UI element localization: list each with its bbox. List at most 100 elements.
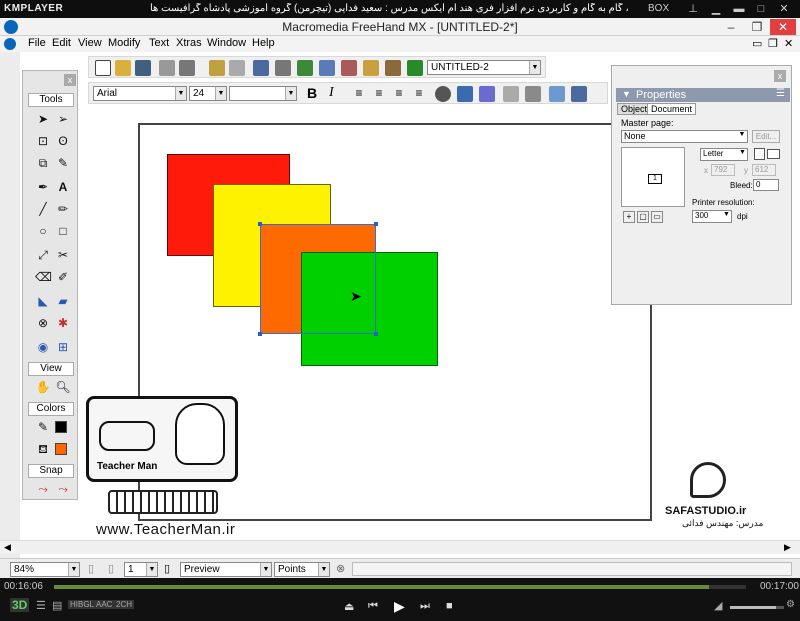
seek-bar[interactable] [54, 585, 746, 589]
cancel-render-icon[interactable]: ⊗ [336, 562, 345, 575]
brush-tool-icon[interactable]: ✐ [55, 269, 71, 285]
horizontal-scrollbar[interactable]: ◀ ▶ [0, 540, 800, 554]
tools-close-icon[interactable]: x [64, 74, 76, 86]
save-icon[interactable] [135, 60, 151, 76]
page-options-icon[interactable]: ▢ [637, 211, 649, 223]
text-tool-icon[interactable]: A [55, 179, 71, 195]
doc-restore-icon[interactable]: ❐ [768, 37, 778, 50]
bleed-field[interactable]: 0 [753, 179, 779, 191]
font-select[interactable]: Arial ▼ [93, 86, 187, 101]
portrait-icon[interactable] [754, 148, 765, 160]
hand-tool-icon[interactable]: ✋ [35, 379, 51, 395]
chevron-down-icon[interactable]: ▼ [738, 149, 747, 156]
page-thumbnail[interactable]: 1 [621, 147, 685, 207]
panel-options-icon[interactable]: ☰ [776, 88, 785, 99]
group-icon[interactable] [253, 60, 269, 76]
connector-tool-icon[interactable]: ◉ [35, 339, 51, 355]
pointer-tool-icon[interactable]: ➤ [35, 111, 51, 127]
align-center-icon[interactable]: ≡ [371, 86, 387, 102]
reflect-tool-icon[interactable]: ◣ [35, 293, 51, 309]
italic-button[interactable]: I [329, 85, 334, 101]
chevron-down-icon[interactable]: ▼ [722, 211, 731, 218]
knife-tool-icon[interactable]: ✂ [55, 247, 71, 263]
properties-header[interactable]: ▼ Properties ☰ [616, 88, 790, 102]
eject-icon[interactable]: ⏏ [344, 600, 354, 613]
align-right-icon[interactable]: ≡ [391, 86, 407, 102]
menu-modify[interactable]: Modify [108, 37, 140, 49]
app-minimize-icon[interactable]: – [718, 19, 744, 35]
fill-bucket-icon[interactable]: ⛾ [35, 441, 51, 457]
collapse-arrow-icon[interactable]: ▼ [622, 89, 631, 99]
chevron-down-icon[interactable]: ▼ [175, 87, 186, 100]
units-select[interactable]: Points ▼ [274, 562, 330, 577]
stroke-pen-icon[interactable]: ✎ [35, 419, 51, 435]
ellipse-tool-icon[interactable]: ○ [35, 223, 51, 239]
align-left-icon[interactable]: ≡ [351, 86, 367, 102]
menu-edit[interactable]: Edit [52, 37, 71, 49]
rectangle-tool-icon[interactable]: □ [55, 223, 71, 239]
edit-master-button[interactable]: Edit... [752, 130, 780, 143]
play-icon[interactable]: ▶ [394, 598, 405, 615]
transform-icon[interactable] [479, 86, 495, 102]
height-field[interactable]: 612 [752, 164, 776, 176]
justify-icon[interactable]: ≡ [411, 86, 427, 102]
page-tool-icon[interactable]: ▭ [651, 211, 663, 223]
swatches-icon[interactable] [363, 60, 379, 76]
player-close-icon[interactable]: ✕ [775, 2, 793, 16]
skew-tool-icon[interactable]: ▰ [55, 293, 71, 309]
next-page-icon[interactable]: ▯ [108, 562, 114, 575]
blend-icon[interactable] [457, 86, 473, 102]
player-minimize-icon[interactable]: ▁ [707, 2, 725, 16]
chevron-down-icon[interactable]: ▼ [318, 563, 329, 576]
properties-close-icon[interactable]: x [774, 70, 786, 82]
menu-icon[interactable]: ☰ [36, 599, 46, 612]
line-tool-icon[interactable]: ╱ [35, 201, 51, 217]
lasso-tool-icon[interactable]: ʘ [55, 133, 71, 149]
scroll-right-icon[interactable]: ▶ [784, 542, 791, 553]
menu-file[interactable]: File [28, 37, 46, 49]
fill-color-swatch[interactable] [55, 443, 67, 455]
snap-to-guide-icon[interactable]: ⤳ [55, 481, 71, 497]
app-restore-icon[interactable]: ❐ [744, 19, 770, 35]
settings-icon[interactable]: ⚙ [786, 599, 795, 610]
import-icon[interactable] [159, 60, 175, 76]
font-style-select[interactable]: ▼ [229, 86, 297, 101]
export-icon[interactable] [179, 60, 195, 76]
selection-handle[interactable] [374, 332, 378, 336]
next-icon[interactable]: ⏭ [420, 600, 430, 613]
combine-icon[interactable] [503, 86, 519, 102]
player-maximize-icon[interactable]: □ [752, 2, 770, 16]
landscape-icon[interactable] [767, 149, 780, 159]
menu-view[interactable]: View [78, 37, 102, 49]
menu-text[interactable]: Text [149, 37, 169, 49]
eyedropper-tool-icon[interactable]: ✎ [55, 155, 71, 171]
chevron-down-icon[interactable]: ▼ [285, 87, 296, 100]
scroll-left-icon[interactable]: ◀ [4, 542, 11, 553]
new-document-icon[interactable] [95, 60, 111, 76]
align-icon[interactable] [275, 60, 291, 76]
subselect-tool-icon[interactable]: ➢ [55, 111, 71, 127]
pencil-tool-icon[interactable]: ✏ [55, 201, 71, 217]
previous-icon[interactable]: ⏮ [368, 600, 378, 613]
document-icon[interactable] [4, 38, 16, 50]
graphic-hose-icon[interactable]: ✱ [55, 315, 71, 331]
width-field[interactable]: 792 [711, 164, 735, 176]
chart-tool-icon[interactable]: ⊞ [55, 339, 71, 355]
app-close-icon[interactable]: ✕ [770, 19, 796, 35]
player-box-button[interactable]: BOX [648, 3, 669, 14]
page-tool-icon[interactable]: ⊡ [35, 133, 51, 149]
zoom-tool-icon[interactable]: 🔍︎ [55, 379, 71, 395]
master-page-select[interactable]: None ▼ [621, 130, 748, 143]
open-icon[interactable] [115, 60, 131, 76]
volume-icon[interactable]: ◢ [714, 599, 722, 612]
page-select[interactable]: 1 ▼ [124, 562, 158, 577]
tab-object[interactable]: Object [617, 103, 652, 115]
stop-icon[interactable]: ■ [446, 600, 453, 612]
printer-resolution-select[interactable]: 300 ▼ [692, 210, 732, 223]
page-options-icon[interactable]: ▯ [164, 562, 170, 575]
punch-icon[interactable] [525, 86, 541, 102]
zoom-select[interactable]: 84% ▼ [10, 562, 80, 577]
pen-tool-icon[interactable]: ✒ [35, 179, 51, 195]
join-icon[interactable] [435, 86, 451, 102]
unlock-icon[interactable] [229, 60, 245, 76]
